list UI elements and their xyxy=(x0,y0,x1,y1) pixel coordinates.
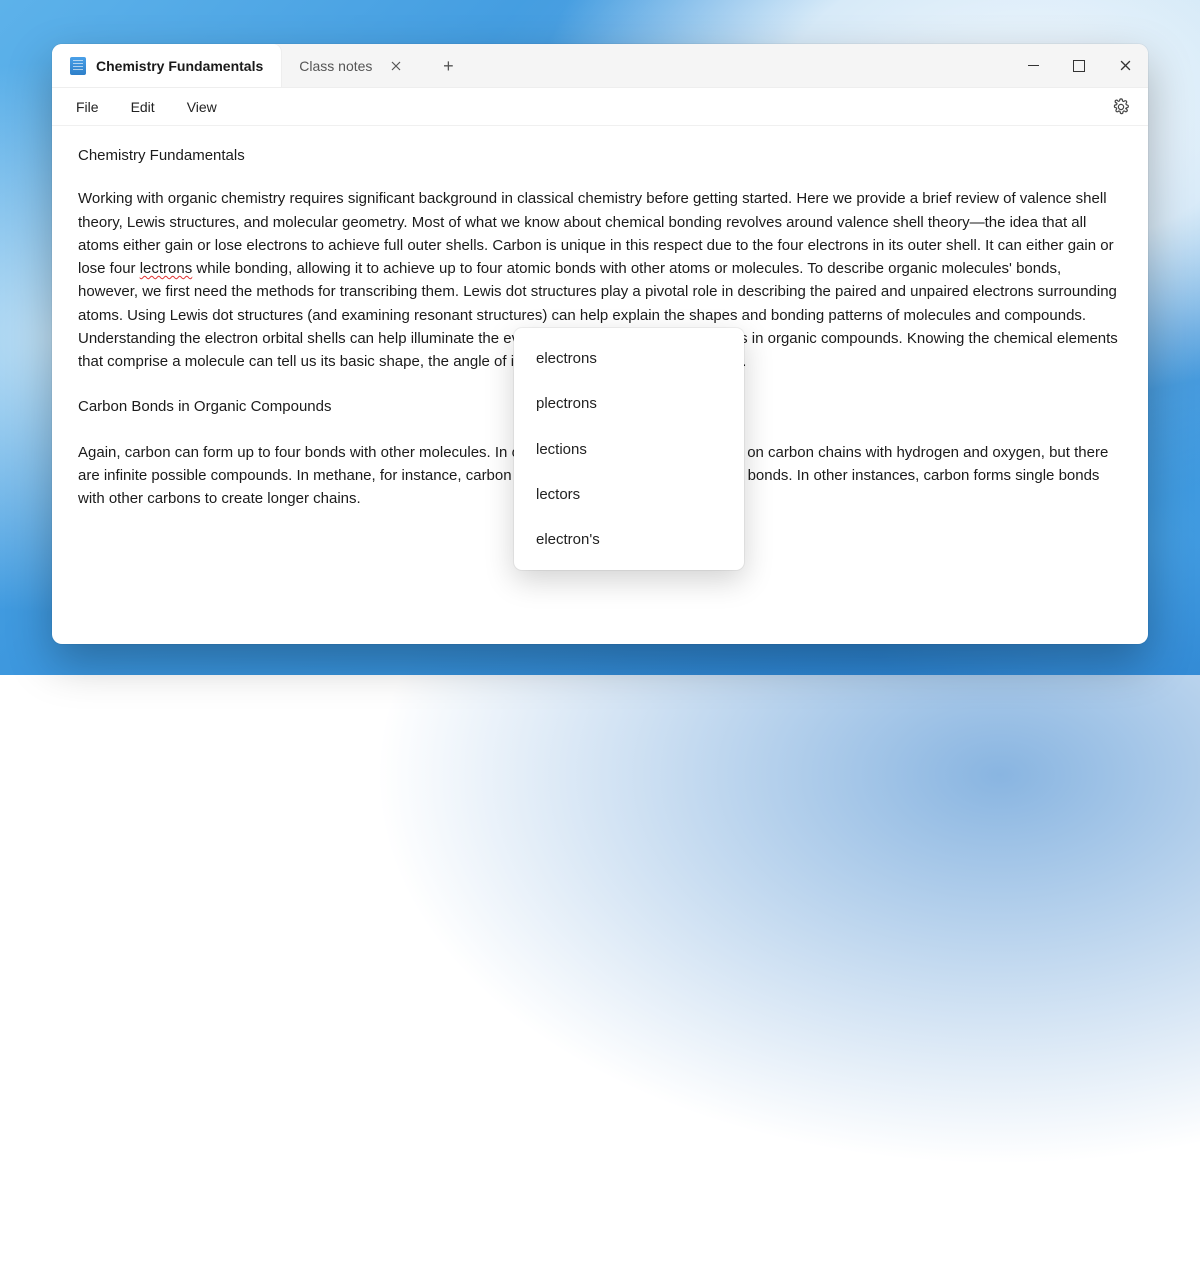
misspelled-word[interactable]: lectrons xyxy=(140,260,193,277)
suggestion-item[interactable]: electrons xyxy=(514,336,744,381)
tab-inactive[interactable]: Class notes xyxy=(281,44,428,87)
titlebar: Chemistry Fundamentals Class notes + xyxy=(52,44,1148,88)
text-editor[interactable]: Chemistry Fundamentals Working with orga… xyxy=(52,126,1148,644)
gear-icon xyxy=(1112,98,1130,116)
suggestion-item[interactable]: electron's xyxy=(514,517,744,562)
minimize-button[interactable] xyxy=(1010,44,1056,88)
close-window-button[interactable] xyxy=(1102,44,1148,88)
new-tab-button[interactable]: + xyxy=(434,52,462,80)
menu-file[interactable]: File xyxy=(62,93,113,121)
tab-active-label: Chemistry Fundamentals xyxy=(96,58,263,74)
menu-view[interactable]: View xyxy=(173,93,231,121)
window-controls xyxy=(1010,44,1148,87)
suggestion-item[interactable]: plectrons xyxy=(514,381,744,426)
spellcheck-suggestions-popup: electrons plectrons lections lectors ele… xyxy=(514,328,744,570)
tab-active[interactable]: Chemistry Fundamentals xyxy=(52,44,281,87)
menu-edit[interactable]: Edit xyxy=(117,93,169,121)
settings-button[interactable] xyxy=(1104,90,1138,124)
close-tab-icon[interactable] xyxy=(382,52,410,80)
notepad-icon xyxy=(70,57,86,75)
tab-inactive-label: Class notes xyxy=(299,58,372,74)
notepad-window: Chemistry Fundamentals Class notes + Fil… xyxy=(52,44,1148,644)
suggestion-item[interactable]: lectors xyxy=(514,472,744,517)
maximize-button[interactable] xyxy=(1056,44,1102,88)
suggestion-item[interactable]: lections xyxy=(514,427,744,472)
document-title: Chemistry Fundamentals xyxy=(78,144,1122,167)
menubar: File Edit View xyxy=(52,88,1148,126)
